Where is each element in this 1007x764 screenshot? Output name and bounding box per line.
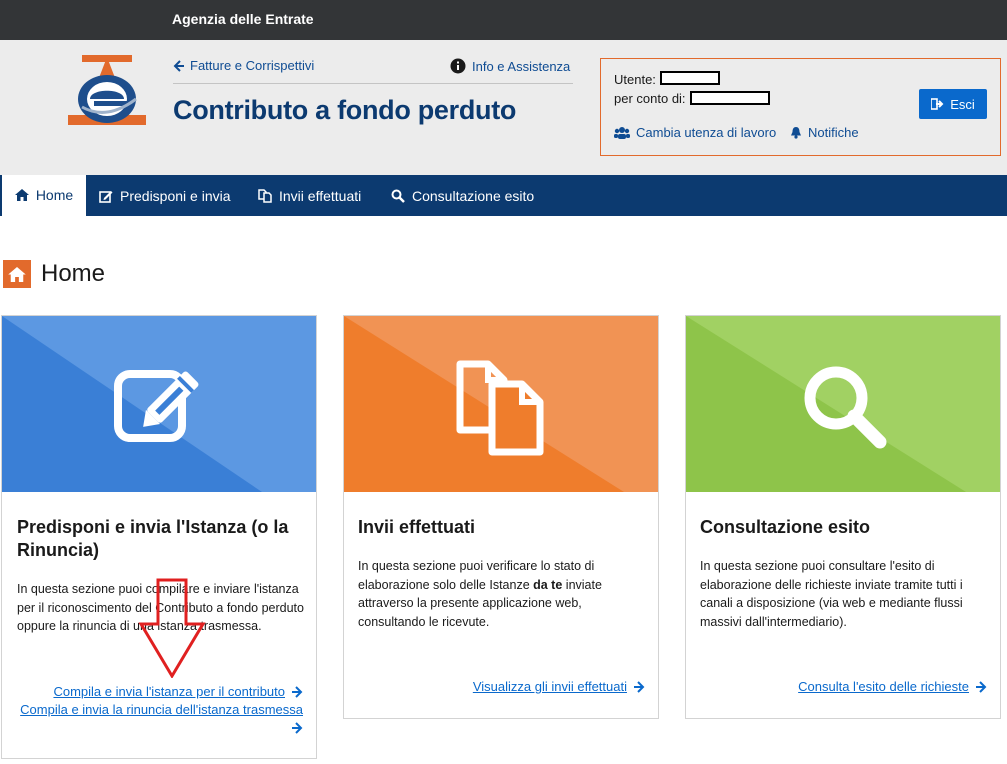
home-icon [14, 189, 29, 201]
change-user-link[interactable]: Cambia utenza di lavoro [614, 125, 776, 140]
arrow-right-icon [976, 680, 987, 693]
bell-icon [791, 127, 801, 139]
card-banner [2, 316, 316, 492]
compila-rinuncia-link[interactable]: Compila e invia la rinuncia dell'istanza… [20, 702, 303, 717]
logout-button[interactable]: Esci [919, 89, 987, 119]
main-nav: Home Predisponi e invia Invii effettuati… [0, 175, 1007, 216]
compila-istanza-link[interactable]: Compila e invia l'istanza per il contrib… [53, 684, 303, 699]
annotation-arrow-icon [138, 578, 206, 678]
redacted-user [660, 71, 720, 85]
sign-out-icon [931, 98, 944, 110]
consulta-esito-label: Consulta l'esito delle richieste [798, 679, 969, 694]
edit-icon [114, 370, 199, 442]
search-icon [804, 366, 887, 449]
nav-item-home[interactable]: Home [2, 175, 86, 216]
top-bar: Agenzia delle Entrate [0, 0, 1007, 40]
card-description: In questa sezione puoi verificare lo sta… [358, 557, 630, 631]
page-title: Home [41, 260, 106, 287]
on-behalf-label: per conto di: [614, 91, 686, 106]
redacted-on-behalf [690, 91, 770, 105]
app-title: Contributo a fondo perduto [173, 95, 517, 125]
divider [173, 83, 573, 84]
nav-consultazione-label: Consultazione esito [412, 187, 535, 204]
users-icon [614, 127, 630, 139]
card-description: In questa sezione puoi consultare l'esit… [700, 559, 963, 629]
info-link[interactable]: Info e Assistenza [450, 58, 570, 74]
consulta-esito-link[interactable]: Consulta l'esito delle richieste [798, 679, 987, 694]
nav-invii-label: Invii effettuati [279, 187, 362, 204]
card-banner [344, 316, 658, 492]
arrow-right-icon [634, 680, 645, 693]
edit-icon [99, 190, 113, 203]
desc-bold: da te [533, 577, 563, 592]
info-link-label: Info e Assistenza [472, 58, 571, 74]
card-title: Invii effettuati [358, 517, 476, 537]
nav-item-invii[interactable]: Invii effettuati [258, 175, 361, 216]
change-user-label: Cambia utenza di lavoro [636, 125, 777, 140]
logout-label: Esci [950, 96, 975, 112]
card-title: Consultazione esito [700, 517, 871, 537]
user-label: Utente: [614, 72, 656, 87]
card-predisponi: Predisponi e invia l'Istanza (o la Rinun… [1, 315, 317, 759]
arrow-right-icon [292, 685, 303, 698]
arrow-right-icon[interactable] [291, 722, 303, 734]
home-heading-icon [3, 260, 31, 288]
user-box: Utente: per conto di: Esci Cambia utenza… [600, 58, 1001, 156]
visualizza-invii-link[interactable]: Visualizza gli invii effettuati [473, 679, 645, 694]
card-invii: Invii effettuati In questa sezione puoi … [343, 315, 659, 719]
card-consultazione: Consultazione esito In questa sezione pu… [685, 315, 1001, 719]
notifications-link[interactable]: Notifiche [790, 125, 859, 140]
visualizza-invii-label: Visualizza gli invii effettuati [472, 679, 627, 694]
nav-home-label: Home [35, 187, 74, 203]
info-icon [450, 58, 466, 74]
nav-item-consultazione[interactable]: Consultazione esito [391, 175, 534, 216]
nav-item-predisponi[interactable]: Predisponi e invia [99, 175, 231, 216]
card-title: Predisponi e invia l'Istanza (o la Rinun… [17, 517, 289, 561]
compila-rinuncia-label: Compila e invia la rinuncia dell'istanza… [20, 702, 303, 717]
back-link[interactable]: Fatture e Corrispettivi [173, 58, 314, 73]
notifications-label: Notifiche [808, 125, 859, 140]
arrow-left-icon [173, 59, 184, 72]
copy-icon [456, 360, 544, 456]
agency-name[interactable]: Agenzia delle Entrate [172, 11, 314, 27]
page-heading: Home [3, 260, 105, 288]
nav-predisponi-label: Predisponi e invia [120, 187, 231, 204]
copy-icon [258, 188, 272, 203]
compila-istanza-label: Compila e invia l'istanza per il contrib… [53, 684, 285, 699]
search-icon [391, 189, 405, 203]
back-link-label: Fatture e Corrispettivi [190, 58, 315, 73]
card-banner [686, 316, 1000, 492]
agency-logo-icon[interactable] [64, 55, 150, 131]
